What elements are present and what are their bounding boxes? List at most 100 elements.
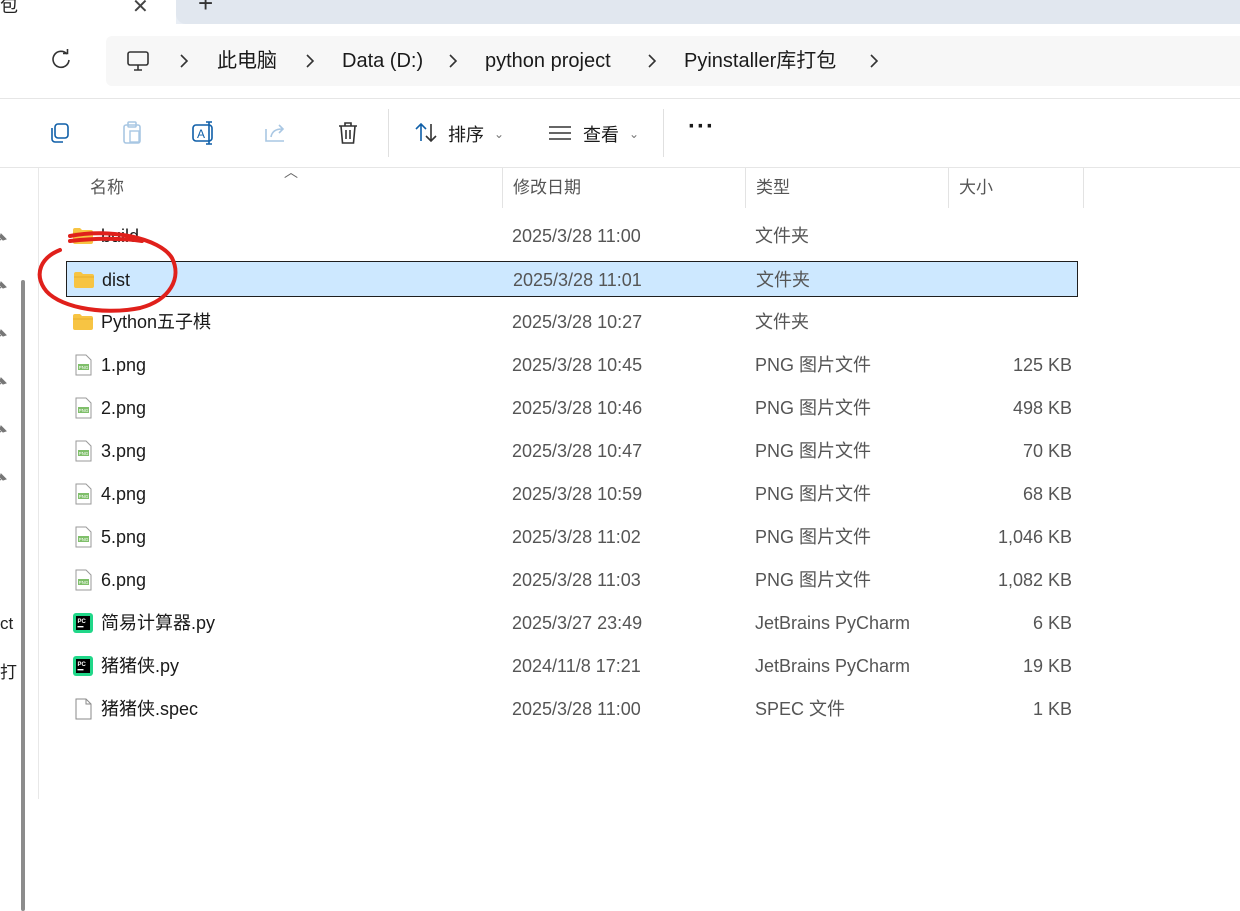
file-date: 2025/3/28 11:00 — [512, 699, 641, 719]
file-type: 文件夹 — [755, 226, 809, 246]
file-row-selected[interactable]: dist 2025/3/28 11:01 文件夹 — [66, 261, 1078, 297]
file-name: build — [101, 226, 140, 246]
column-header-name[interactable]: 名称 — [80, 168, 502, 208]
chevron-right-icon[interactable] — [176, 53, 192, 69]
pin-icon — [0, 473, 7, 481]
pin-icon — [0, 233, 7, 241]
breadcrumb-item[interactable]: python project — [485, 36, 611, 86]
svg-text:PC: PC — [78, 662, 87, 668]
file-date: 2025/3/27 23:49 — [512, 613, 643, 633]
svg-text:A: A — [197, 127, 205, 141]
file-date: 2025/3/28 10:59 — [512, 484, 643, 504]
share-icon[interactable] — [262, 119, 290, 147]
file-row[interactable]: 猪猪侠.spec 2025/3/28 11:00 SPEC 文件 1 KB — [66, 691, 1078, 727]
toolbar-separator — [388, 109, 389, 157]
file-row[interactable]: PNG 4.png 2025/3/28 10:59 PNG 图片文件 68 KB — [66, 476, 1078, 512]
breadcrumb-item[interactable]: 此电脑 — [217, 36, 277, 86]
folder-icon — [72, 311, 94, 333]
file-date: 2025/3/28 10:45 — [512, 355, 643, 375]
column-header-type[interactable]: 类型 — [745, 168, 948, 208]
navigation-pane[interactable]: ct 打 — [0, 168, 39, 911]
file-type: 文件夹 — [756, 270, 810, 290]
file-date: 2025/3/28 10:27 — [512, 312, 643, 332]
pycharm-file-icon: PC — [72, 612, 94, 634]
copy-icon[interactable] — [46, 119, 74, 147]
file-row[interactable]: PNG 1.png 2025/3/28 10:45 PNG 图片文件 125 KB — [66, 347, 1078, 383]
svg-text:PC: PC — [78, 619, 87, 625]
file-type: JetBrains PyCharm — [755, 656, 911, 676]
folder-icon — [73, 269, 95, 291]
file-row[interactable]: PC 简易计算器.py 2025/3/27 23:49 JetBrains PyCha… — [66, 605, 1078, 641]
column-header-date[interactable]: 修改日期 — [502, 168, 745, 208]
file-date: 2025/3/28 11:03 — [512, 570, 641, 590]
tab-strip-background — [176, 0, 1240, 24]
file-type: 文件夹 — [755, 312, 809, 332]
command-bar: A 排序 ⌄ 查看 ⌄ ··· — [0, 99, 1240, 168]
tab-strip: 包 ✕ + — [0, 0, 1240, 24]
file-name: 简易计算器.py — [101, 613, 216, 633]
svg-text:PNG: PNG — [79, 408, 89, 413]
delete-icon[interactable] — [334, 119, 362, 147]
file-type: JetBrains PyCharm — [755, 613, 911, 633]
chevron-right-icon[interactable] — [644, 53, 660, 69]
breadcrumb-item-current[interactable]: Pyinstaller库打包 — [684, 36, 836, 86]
new-tab-icon[interactable]: + — [198, 0, 213, 19]
png-file-icon: PNG — [72, 440, 94, 462]
address-row: 此电脑 Data (D:) python project Pyinstaller… — [0, 24, 1240, 99]
file-row[interactable]: build 2025/3/28 11:00 文件夹 — [66, 218, 1078, 254]
pin-icon — [0, 329, 7, 337]
file-name: 3.png — [101, 441, 147, 461]
column-header-size[interactable]: 大小 — [948, 168, 1084, 208]
chevron-right-icon[interactable] — [445, 53, 461, 69]
file-type: PNG 图片文件 — [755, 441, 872, 461]
file-name: 6.png — [101, 570, 147, 590]
svg-text:PNG: PNG — [79, 494, 89, 499]
nav-item-label[interactable]: 打 — [0, 658, 17, 683]
svg-text:PNG: PNG — [79, 580, 89, 585]
file-name: 5.png — [101, 527, 147, 547]
file-row[interactable]: PC 猪猪侠.py 2024/11/8 17:21 JetBrains PyCharm… — [66, 648, 1078, 684]
tab-current[interactable]: 包 ✕ — [0, 0, 176, 24]
file-date: 2025/3/28 11:01 — [513, 270, 642, 290]
nav-item-label[interactable]: ct — [0, 614, 13, 634]
more-options-icon[interactable]: ··· — [688, 113, 715, 141]
file-size: 1 KB — [1032, 699, 1072, 719]
paste-icon[interactable] — [118, 119, 146, 147]
file-size: 70 KB — [1022, 441, 1072, 461]
file-size: 1,046 KB — [997, 527, 1072, 547]
nav-scrollbar[interactable] — [21, 280, 25, 911]
png-file-icon: PNG — [72, 397, 94, 419]
file-size: 498 KB — [1012, 398, 1072, 418]
rename-icon[interactable]: A — [190, 119, 218, 147]
file-name: 猪猪侠.spec — [101, 699, 199, 719]
pin-icon — [0, 425, 7, 433]
file-size: 1,082 KB — [997, 570, 1072, 590]
breadcrumb[interactable]: 此电脑 Data (D:) python project Pyinstaller… — [106, 36, 1240, 86]
chevron-right-icon[interactable] — [302, 53, 318, 69]
computer-icon[interactable] — [126, 49, 150, 73]
view-label: 查看 — [583, 125, 619, 145]
file-row[interactable]: PNG 3.png 2025/3/28 10:47 PNG 图片文件 70 KB — [66, 433, 1078, 469]
file-type: PNG 图片文件 — [755, 527, 872, 547]
file-row[interactable]: PNG 2.png 2025/3/28 10:46 PNG 图片文件 498 KB — [66, 390, 1078, 426]
png-file-icon: PNG — [72, 354, 94, 376]
file-type: SPEC 文件 — [755, 699, 846, 719]
refresh-icon[interactable] — [50, 48, 72, 70]
file-name: dist — [102, 270, 131, 290]
file-row[interactable]: PNG 5.png 2025/3/28 11:02 PNG 图片文件 1,046 KB — [66, 519, 1078, 555]
file-size: 6 KB — [1032, 613, 1072, 633]
tab-close-icon[interactable]: ✕ — [132, 0, 149, 19]
file-name: 2.png — [101, 398, 147, 418]
svg-text:PNG: PNG — [79, 451, 89, 456]
file-row[interactable]: Python五子棋 2025/3/28 10:27 文件夹 — [66, 304, 1078, 340]
chevron-down-icon: ⌄ — [494, 127, 505, 141]
file-date: 2025/3/28 11:00 — [512, 226, 641, 246]
chevron-right-icon[interactable] — [866, 53, 882, 69]
pin-icon — [0, 377, 7, 385]
document-icon — [72, 698, 94, 720]
file-row[interactable]: PNG 6.png 2025/3/28 11:03 PNG 图片文件 1,082 KB — [66, 562, 1078, 598]
tab-title: 包 — [0, 0, 18, 16]
png-file-icon: PNG — [72, 483, 94, 505]
folder-icon — [72, 225, 94, 247]
breadcrumb-item[interactable]: Data (D:) — [342, 36, 423, 86]
